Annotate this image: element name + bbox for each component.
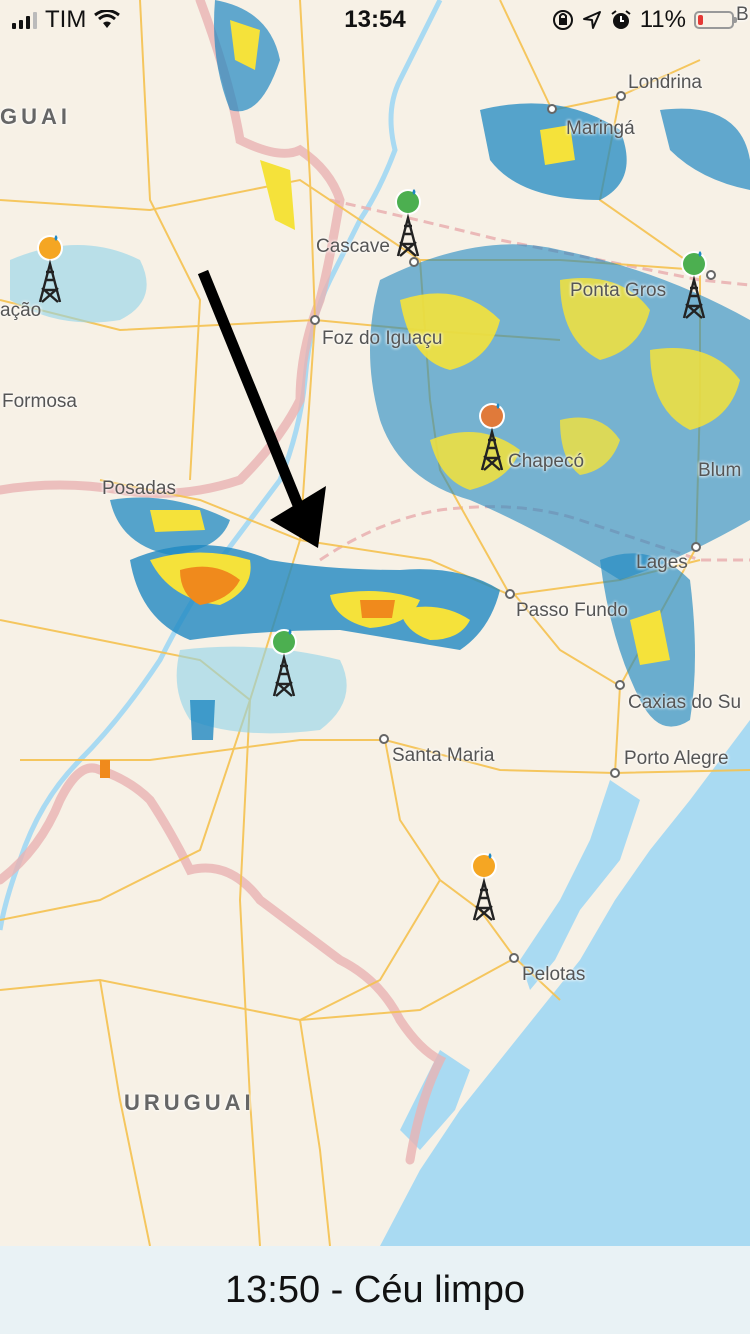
city-dot-pelotas xyxy=(509,953,519,963)
label-passo-fundo: Passo Fundo xyxy=(516,600,628,621)
radar-time-bar[interactable]: 13:50 - Céu limpo xyxy=(0,1246,750,1334)
alarm-icon xyxy=(611,10,631,29)
label-pelotas: Pelotas xyxy=(522,964,586,985)
city-dot-cascavel xyxy=(409,257,419,267)
label-guai: GUAI xyxy=(0,104,71,129)
radar-station-cascavel[interactable] xyxy=(390,186,426,258)
battery-percent: 11% xyxy=(639,6,686,33)
label-porto-alegre: Porto Alegre xyxy=(624,748,729,769)
city-dot-foz xyxy=(310,315,320,325)
city-dot-porto-alegre xyxy=(610,768,620,778)
orientation-lock-icon xyxy=(552,10,573,30)
label-uruguai: URUGUAI xyxy=(124,1090,255,1115)
label-formosa: Formosa xyxy=(2,391,77,412)
radar-station-ponta-grossa[interactable] xyxy=(676,248,712,320)
city-dot-londrina xyxy=(616,91,626,101)
label-ponta-grossa: Ponta Gros xyxy=(570,280,667,301)
status-bar: TIM 13:54 11% xyxy=(0,0,750,40)
label-foz: Foz do Iguaçu xyxy=(322,328,443,349)
label-maringa: Maringá xyxy=(566,118,635,139)
city-dot-passo-fundo xyxy=(505,589,515,599)
signal-icon xyxy=(12,11,37,29)
label-cascavel: Cascave xyxy=(316,236,390,257)
radar-tower-icon xyxy=(37,235,63,303)
radar-timestamp-label: 13:50 - Céu limpo xyxy=(225,1268,525,1311)
city-dot-maringa xyxy=(547,104,557,114)
city-dot-caxias xyxy=(615,680,625,690)
battery-icon xyxy=(694,11,737,29)
label-londrina: Londrina xyxy=(628,72,702,93)
carrier-label: TIM xyxy=(45,6,87,33)
radar-tower-icon xyxy=(271,629,297,697)
radar-tower-icon xyxy=(471,853,497,921)
city-dot-lages xyxy=(691,542,701,552)
radar-map[interactable]: GUAI Londrina Maringá Cascave Ponta Gros… xyxy=(0,0,750,1246)
radar-tower-icon xyxy=(395,189,421,257)
radar-station-west[interactable] xyxy=(32,232,68,304)
wifi-icon xyxy=(94,10,121,28)
radar-station-southwest[interactable] xyxy=(266,626,302,698)
map-canvas xyxy=(0,0,750,1246)
label-santa-maria: Santa Maria xyxy=(392,745,495,766)
label-blum: Blum xyxy=(698,460,742,481)
radar-station-pelotas[interactable] xyxy=(466,850,502,922)
label-caxias: Caxias do Su xyxy=(628,692,742,713)
label-chapeco: Chapecó xyxy=(508,451,585,472)
location-icon xyxy=(582,11,601,29)
city-dot-santa-maria xyxy=(379,734,389,744)
label-lages: Lages xyxy=(636,552,688,573)
radar-tower-icon xyxy=(681,251,707,319)
radar-tower-icon xyxy=(479,403,505,471)
radar-station-chapeco[interactable] xyxy=(474,400,510,472)
label-posadas: Posadas xyxy=(102,478,176,499)
